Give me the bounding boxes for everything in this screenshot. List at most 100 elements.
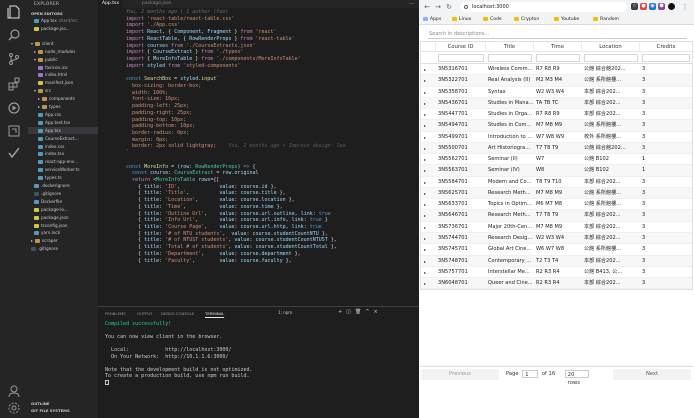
tree-file[interactable]: package-lo... [28,206,98,213]
page-number-input[interactable]: 1 [522,369,539,378]
debug-icon[interactable] [7,101,21,115]
back-icon[interactable]: ← [423,3,431,11]
rows-per-page-select[interactable]: 20 rows [564,369,589,386]
filter-time-input[interactable] [536,54,580,62]
remote-explorer-icon[interactable] [7,124,21,138]
expand-row-icon[interactable]: ▸ [424,256,426,267]
header-time[interactable]: Time [534,42,582,52]
extension-icon[interactable]: ☆ [631,3,638,10]
next-button[interactable]: Next [613,369,691,380]
tree-folder[interactable]: ▸ scraper [28,237,98,244]
git-file-systems-header[interactable]: GIT FILE SYSTEMS [31,407,70,414]
tree-file[interactable]: .gitignore [28,245,98,252]
tree-file[interactable]: .dockerignore [28,182,98,189]
bookmark-apps[interactable]: Apps [423,16,441,23]
bookmark-code[interactable]: Code [483,16,502,23]
terminal-output[interactable]: Compiled successfully! You can now view c… [105,321,253,386]
tree-folder[interactable]: ▸ node_modules [28,48,98,55]
extension-icon[interactable]: ⬢ [658,3,665,10]
tree-file[interactable]: App.tsx client/src [28,17,98,24]
expand-row-icon[interactable]: ▸ [424,109,426,120]
code-content[interactable]: You, 2 months ago | 1 author (You) impor… [126,9,419,264]
bookmark-random[interactable]: Random [593,16,619,23]
bookmark-youtube[interactable]: Youtube [554,16,579,23]
account-icon[interactable] [7,384,21,398]
tree-file[interactable]: package.jso... [28,25,98,32]
tree-folder[interactable]: ▾ src [28,87,98,94]
header-location[interactable]: Location [582,42,640,52]
expand-row-icon[interactable]: ▸ [424,222,426,233]
table-row[interactable]: ▸ 3N5744701 Research Desig... W2 W3 W4 本部 綜合… [421,232,692,245]
avatar[interactable] [668,3,675,10]
expand-row-icon[interactable]: ▸ [424,75,426,86]
new-terminal-icon[interactable]: + [338,309,346,315]
expand-row-icon[interactable]: ▸ [424,87,426,98]
editor-actions[interactable]: ⋯ [409,0,416,8]
bookmark-crypton[interactable]: Crypton [514,16,539,23]
terminal-select[interactable]: 1: npm [276,309,326,316]
filter-location-input[interactable] [584,54,638,62]
gear-icon[interactable] [7,401,21,415]
filter-credits-input[interactable] [642,54,690,62]
table-row[interactable]: ▸ 3N6048701 Queer and Cine... R2 R3 R4 本部 綜合… [421,278,692,290]
table-row[interactable]: ▸ 3N5322701 Real Analysis (II) M2 M3 M4 公館 系… [421,75,692,87]
panel-actions[interactable]: +◫🗑^× [338,309,382,316]
trash-icon[interactable]: 🗑 [355,309,365,315]
table-row[interactable]: ▸ 3N5625701 Research Meth... M7 M8 M9 公館 系所館… [421,187,692,200]
tree-file[interactable]: App.tsx [28,126,98,134]
tree-file[interactable]: yarn.lock [28,229,98,236]
table-row[interactable]: ▸ 3N5358701 Syntax W2 W3 W4 本部 綜合202... 3 [421,87,692,98]
tree-file[interactable]: .gitignore [28,190,98,197]
tree-file[interactable]: favicon.ico [28,64,98,71]
table-row[interactable]: ▸ 3N5563701 Seminar (IV) W8 公館 B102 1 [421,165,692,177]
table-row[interactable]: ▸ 3N5562701 Seminar (II) W7 公館 B102 1 [421,154,692,166]
extension-icon[interactable]: ◉ [649,3,656,10]
ublock-icon[interactable]: ● [640,3,647,10]
tree-file[interactable]: types.ts [28,174,98,181]
search-icon[interactable] [7,28,21,42]
expand-row-icon[interactable]: ▸ [424,143,426,154]
tree-file[interactable]: Dockerfile [28,198,98,205]
tree-folder[interactable]: ▸ types [28,103,98,110]
tab-debug-console[interactable]: DEBUG CONSOLE [161,310,194,318]
expand-row-icon[interactable]: ▸ [424,64,426,75]
table-row[interactable]: ▸ 3N5316701 Wireless Comm... R7 R8 R9 公館 綜合館… [421,64,692,76]
close-icon[interactable]: × [374,309,382,315]
expand-row-icon[interactable]: ▸ [424,244,426,255]
expand-row-icon[interactable]: ▸ [424,132,426,143]
table-row[interactable]: ▸ 3N5499701 Introduction to ... W7 W8 W9 校外 … [421,132,692,143]
extensions-icon[interactable] [7,77,21,91]
table-row[interactable]: ▸ 3N5494701 Studies in Com... M7 M8 M9 公館 系所… [421,120,692,132]
table-row[interactable]: ▸ 3N5447701 Studies in Orga... R7 R8 R9 本部 綜… [421,109,692,121]
reload-icon[interactable]: ↻ [445,3,453,11]
tree-file[interactable]: tsconfig.json [28,222,98,229]
forward-icon[interactable]: → [434,3,442,11]
tree-folder[interactable]: ▾ public [28,56,98,63]
filter-course-id-input[interactable] [438,54,484,62]
table-row[interactable]: ▸ 3N5748701 Contemporary ... T2 T3 T4 本部 綜合2… [421,255,692,267]
tree-file[interactable]: index.tsx [28,150,98,157]
tab-app-tsx[interactable]: App.tsx [98,0,123,8]
tree-file[interactable]: serviceWorker.ts [28,166,98,173]
expand-row-icon[interactable]: ▸ [424,177,426,188]
header-title[interactable]: Title [486,42,534,52]
expand-row-icon[interactable]: ▸ [424,233,426,244]
tree-file[interactable]: CourseExtract... [28,135,98,142]
tree-folder[interactable]: ▾ client [28,40,98,47]
filter-title-input[interactable] [488,54,532,62]
expand-row-icon[interactable]: ▸ [424,154,426,165]
split-terminal-icon[interactable]: ◫ [346,309,355,315]
expand-row-icon[interactable]: ▸ [424,278,426,289]
address-bar[interactable]: localhost:3000 [460,2,627,12]
info-icon[interactable] [464,5,468,9]
previous-button[interactable]: Previous [421,369,499,380]
table-row[interactable]: ▸ 3N5436701 Studies in Mana... TA TB TC 本部 綜… [421,97,692,110]
expand-row-icon[interactable]: ▸ [424,98,426,109]
table-row[interactable]: ▸ 3N5500701 Art Historiogra... T7 T8 T9 公館 綜… [421,142,692,155]
expand-row-icon[interactable]: ▸ [424,199,426,210]
tree-file[interactable]: App.test.tsx [28,119,98,126]
tree-file[interactable]: index.css [28,143,98,150]
source-control-icon[interactable] [7,52,21,66]
bookmark-linux[interactable]: Linux [452,16,471,23]
expand-row-icon[interactable]: ▸ [424,165,426,176]
